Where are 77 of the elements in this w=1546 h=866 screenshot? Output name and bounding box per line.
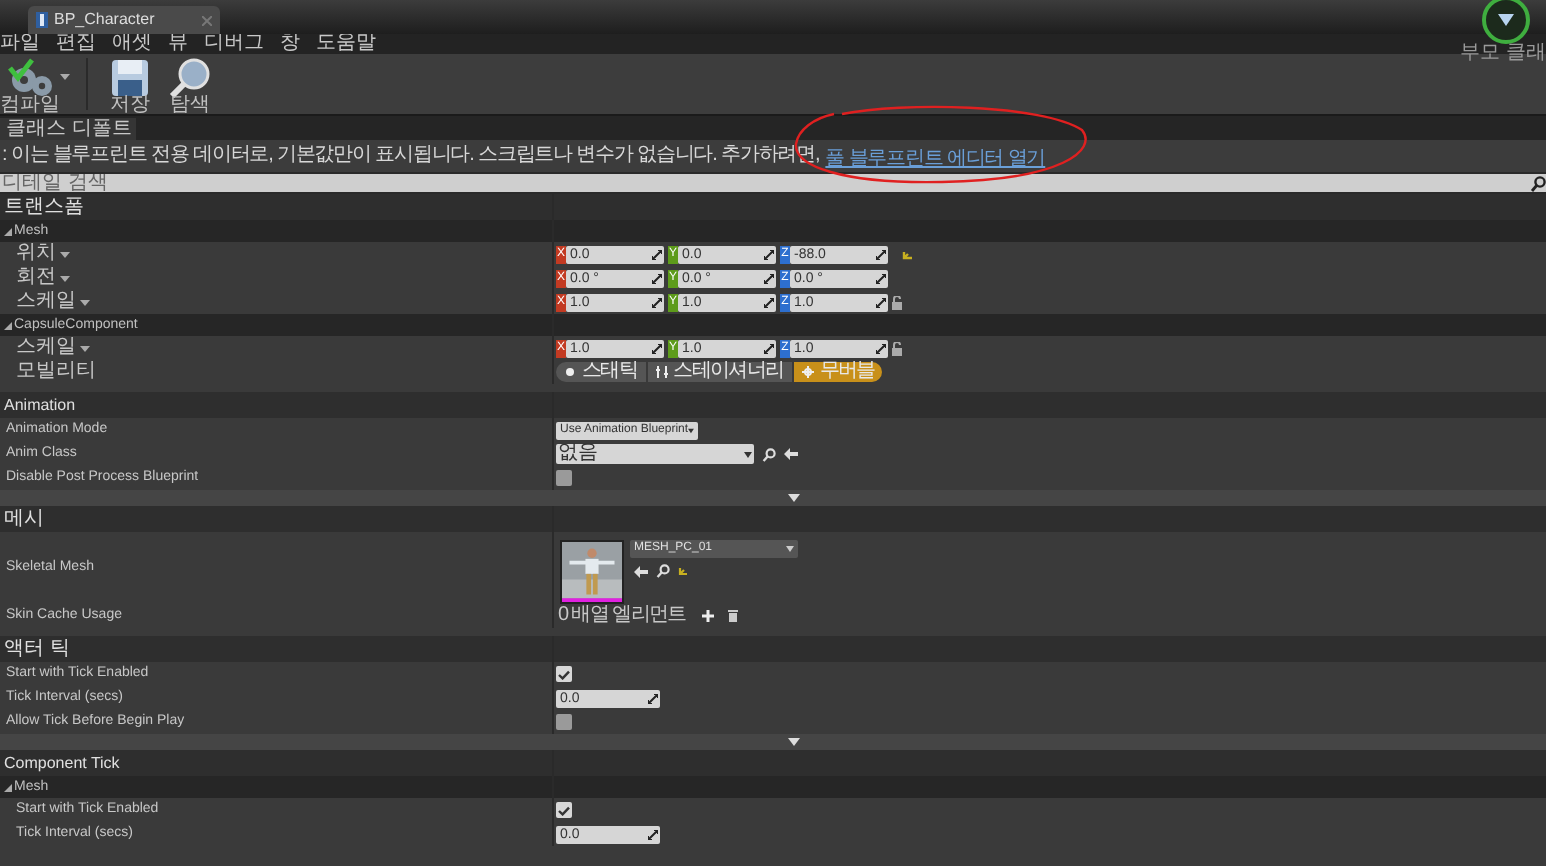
move-icon — [801, 366, 814, 378]
toolbar-button[interactable]: 저장 — [100, 55, 160, 113]
menu-item[interactable]: 도움말 — [316, 34, 376, 54]
drag-arrows-icon — [764, 273, 774, 283]
reset-arrow-icon[interactable] — [902, 249, 914, 259]
checkbox[interactable] — [556, 666, 572, 682]
caret-icon[interactable] — [80, 299, 90, 305]
arrow-left-icon[interactable] — [634, 565, 648, 577]
caret-icon[interactable] — [60, 275, 70, 281]
category-header[interactable]: Animation — [4, 395, 76, 415]
drag-arrows-icon — [876, 343, 886, 353]
checkbox[interactable] — [556, 470, 572, 486]
category-header[interactable]: 트랜스폼 — [4, 197, 84, 217]
drag-arrows-icon — [876, 297, 886, 307]
editor-link[interactable]: 풀 블루프린트 에디터 열기 — [825, 148, 1046, 170]
category-header[interactable]: Component Tick — [4, 753, 120, 773]
plus-icon[interactable] — [701, 610, 714, 622]
expand-arrow-icon[interactable] — [788, 494, 800, 502]
array-count: 0 배열 엘리먼트 — [558, 606, 686, 626]
expand-arrow-icon[interactable] — [788, 738, 800, 746]
checkbox[interactable] — [556, 714, 572, 730]
drag-arrows-icon — [648, 693, 658, 703]
toolbar-button[interactable]: 탐색 — [160, 55, 220, 113]
expand-triangle-icon[interactable] — [4, 321, 12, 329]
property-label: 스케일 — [16, 338, 76, 358]
panel-tab[interactable]: 클래스 디폴트 — [0, 118, 136, 140]
trash-icon[interactable] — [727, 610, 738, 622]
search-icon — [168, 55, 212, 97]
search-icon[interactable] — [656, 564, 670, 578]
check-icon — [558, 805, 570, 815]
sliders-icon — [655, 366, 668, 378]
drag-arrows-icon — [652, 343, 662, 353]
reset-arrow-icon[interactable] — [678, 566, 688, 576]
menu-item[interactable]: 파일 — [0, 34, 40, 54]
category-header[interactable]: 메시 — [4, 509, 44, 529]
caret-icon — [688, 427, 694, 433]
lock-icon[interactable] — [892, 341, 902, 355]
drag-arrows-icon — [764, 249, 774, 259]
menu-item[interactable]: 뷰 — [168, 34, 188, 54]
expand-triangle-icon[interactable] — [4, 227, 12, 235]
class-dropdown[interactable]: 없음 — [556, 444, 754, 464]
caret-icon[interactable] — [60, 74, 70, 80]
drag-arrows-icon — [648, 829, 658, 839]
drag-arrows-icon — [652, 297, 662, 307]
menu-item[interactable]: 디버그 — [204, 34, 264, 54]
property-label: 스케일 — [16, 292, 76, 312]
search-icon[interactable] — [762, 447, 776, 461]
property-label: 모빌리티 — [16, 362, 96, 382]
search-icon[interactable] — [1530, 175, 1546, 191]
mobility-option[interactable]: 스태틱 — [556, 362, 646, 382]
drag-arrows-icon — [876, 249, 886, 259]
parent-class-label: 부모 클래 — [1460, 44, 1546, 64]
arrow-left-icon[interactable] — [784, 448, 798, 460]
drag-arrows-icon — [764, 297, 774, 307]
expand-triangle-icon[interactable] — [4, 783, 12, 791]
mobility-option[interactable]: 스테이셔너리 — [647, 362, 792, 382]
caret-icon — [786, 546, 794, 552]
category-header[interactable]: 액터 틱 — [4, 639, 70, 659]
drag-arrows-icon — [652, 273, 662, 283]
menu-item[interactable]: 애셋 — [112, 34, 152, 54]
close-icon — [202, 15, 212, 25]
dot-icon — [564, 366, 576, 378]
property-label: 회전 — [16, 268, 56, 288]
drag-arrows-icon — [764, 343, 774, 353]
caret-icon[interactable] — [80, 345, 90, 351]
caret-icon[interactable] — [60, 251, 70, 257]
property-label: 위치 — [16, 244, 56, 264]
document-tab[interactable]: BP_Character — [28, 6, 220, 34]
checkbox[interactable] — [556, 802, 572, 818]
menu-item[interactable]: 편집 — [56, 34, 96, 54]
drag-arrows-icon — [876, 273, 886, 283]
drag-arrows-icon — [652, 249, 662, 259]
check-icon — [558, 669, 570, 679]
blueprint-icon — [36, 12, 48, 28]
caret-icon — [744, 451, 752, 457]
lock-icon[interactable] — [892, 295, 902, 309]
toolbar-button[interactable]: 컴파일 — [0, 55, 60, 113]
